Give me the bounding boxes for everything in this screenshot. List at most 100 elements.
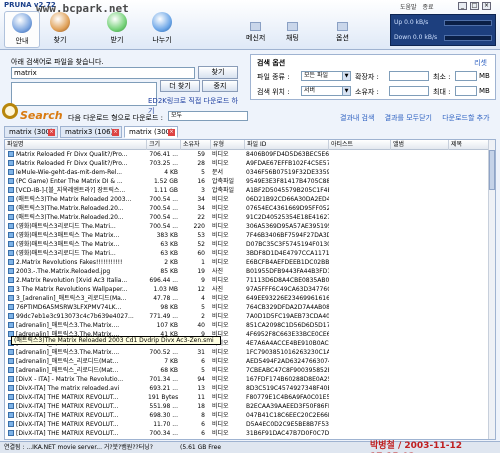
table-row[interactable]: leMule-Wie-geht-das-mit-dem-Rel... 4 KB 5 문…: [5, 168, 489, 177]
cell-size: 63 KB: [160, 250, 178, 257]
exit-link[interactable]: 종료: [422, 4, 433, 11]
close-icon[interactable]: ×: [48, 129, 55, 136]
cell-hash: 4E7A6A4ACCE4BE910B0AC039C9F...: [246, 340, 329, 347]
table-row[interactable]: [DivX-ITA] The matrix reloaded.avi 693.21…: [5, 384, 489, 393]
table-row[interactable]: [DivX-ITA] THE MATRIX REVOLUT... 700.34 .…: [5, 429, 489, 438]
nav-share-button[interactable]: 나누기: [144, 11, 180, 48]
close-icon[interactable]: ×: [482, 2, 491, 10]
file-icon: [8, 187, 14, 193]
table-row[interactable]: (매트릭스3)The Matrix Reloaded 2003... 700.54…: [5, 195, 489, 204]
table-row[interactable]: 76PTIMD6A5MSRW3LFXPMV74LK... 98 KB 5 비디오 764…: [5, 303, 489, 312]
col-type[interactable]: 유형: [211, 140, 245, 150]
col-file-id[interactable]: 파일 ID: [245, 140, 329, 150]
scrollbar-thumb[interactable]: [489, 150, 495, 190]
nav-search-button[interactable]: 찾기: [42, 11, 78, 48]
extension-input[interactable]: [389, 71, 429, 81]
sources-input[interactable]: [389, 86, 429, 96]
table-row[interactable]: [DivX-ITA] THE MATRIX REVOLUT... 191 Byte…: [5, 393, 489, 402]
table-row[interactable]: (매트릭스3)The.Matrix.Reloaded.20... 700.54 .…: [5, 213, 489, 222]
search-scope-select[interactable]: 서버 ▼: [301, 86, 351, 96]
search-input[interactable]: matrix: [11, 67, 195, 79]
table-row[interactable]: (영화)매트릭스3매트릭스 The Matrix... 383 KB 53 비디오 7F…: [5, 231, 489, 240]
table-row[interactable]: 99dc7eb1e3c913073c4c7b639e4027... 771.49 …: [5, 312, 489, 321]
col-size[interactable]: 크기: [147, 140, 181, 150]
table-row[interactable]: (매트릭스3)The.Matrix.Reloaded.20... 700.54 .…: [5, 204, 489, 213]
search-within-link[interactable]: 결과내 검색: [340, 114, 374, 122]
nav-chat-button[interactable]: 채팅: [286, 22, 299, 43]
result-bar: Search 다음 다운로드 형으로 다운로드 : 모두 결과내 검색 결과를 …: [0, 103, 500, 125]
table-row[interactable]: [VCD-IB-]-[블_지옥레엔트라?] 장트릭스... 1.11 GB 3 압축파…: [5, 186, 489, 195]
cell-name: 99dc7eb1e3c913073c4c7b639e4027...: [5, 312, 147, 321]
nav-home-button[interactable]: 안내: [4, 11, 40, 48]
table-row[interactable]: 2.Matrix Revolution [Xvid Ac3 Italia... 6…: [5, 276, 489, 285]
table-row[interactable]: Matrix Reloaded Fr Divx Qualit?/Pro... 70…: [5, 159, 489, 168]
result-filter-select[interactable]: 모두: [168, 111, 248, 121]
maximize-icon[interactable]: □: [470, 2, 479, 10]
close-icon[interactable]: ×: [168, 129, 175, 136]
cell-artist: [329, 348, 391, 357]
col-sources[interactable]: 소유자: [181, 140, 211, 150]
cell-type: 비디오: [212, 205, 229, 212]
table-row[interactable]: [DivX-ITA] THE MATRIX REVOLUT... 551.98 .…: [5, 402, 489, 411]
table-row[interactable]: Matrix Reloaded Fr Divx Qualit?/Pro... 70…: [5, 150, 489, 159]
table-row[interactable]: 3_[adrenalin]_매트릭스3_리로디드(Ma... 47.78 ... 4…: [5, 294, 489, 303]
min-size-unit: MB: [479, 72, 490, 80]
search-extra-box[interactable]: [11, 82, 157, 106]
cell-hash: 8D3C519C4574927348F40B6D2954...: [246, 385, 329, 392]
cell-type: 사진: [212, 268, 224, 275]
minimize-icon[interactable]: _: [458, 2, 467, 10]
cell-type: 비디오: [212, 295, 229, 302]
table-row[interactable]: [DivX-ITA] THE MATRIX REVOLUT... 11.70 ..…: [5, 420, 489, 429]
search-button[interactable]: 찾기: [198, 66, 238, 79]
top-links: 도움말 종료: [400, 2, 438, 11]
table-row[interactable]: [adrenalin]_매트릭스_리로디드(Mat... 7 KB 6 비디오 AED5…: [5, 357, 489, 366]
table-row[interactable]: [adrenalin]_매트릭스_리로디드(Mat... 68 KB 5 비디오 7CB…: [5, 366, 489, 375]
table-row[interactable]: 2.Matrix Revolutions Fakes!!!!!!!!!!! 2 K…: [5, 258, 489, 267]
table-row[interactable]: 2003.-.The.Matrix.Reloaded.jpg 85 KB 19 사진 B…: [5, 267, 489, 276]
file-icon: [8, 385, 14, 391]
search-panel: 아래 검색어로 파일을 찾습니다. matrix 찾기 더 찾기 중지 ED2K…: [8, 54, 244, 115]
cell-type: 비디오: [212, 367, 229, 374]
table-row[interactable]: [adrenalin]_매트릭스3.The.Matrix.... 700.52 .…: [5, 348, 489, 357]
table-row[interactable]: [DivX-ITA] THE MATRIX REVOLUT... 698.30 .…: [5, 411, 489, 420]
close-icon[interactable]: ×: [112, 129, 119, 136]
cell-artist: [329, 276, 391, 285]
cell-title: [449, 195, 489, 204]
min-size-input[interactable]: [455, 71, 477, 81]
col-album[interactable]: 앨범: [391, 140, 449, 150]
nav-options-button[interactable]: 옵션: [336, 22, 349, 43]
file-name: Matrix Reloaded Fr Divx Qualit?/Pro...: [16, 151, 128, 158]
more-search-button[interactable]: 더 찾기: [160, 80, 200, 92]
cell-hash: 851CA2098C1D56D6D5D17B8EBD8E...: [246, 322, 329, 329]
help-link[interactable]: 도움말: [400, 4, 417, 11]
table-row[interactable]: 3 The Matrix Revolutions Wallpaper... 1.0…: [5, 285, 489, 294]
vertical-scrollbar[interactable]: [488, 140, 495, 439]
nav-download-button[interactable]: 받기: [99, 11, 135, 48]
cell-title: [449, 330, 489, 339]
table-row[interactable]: (영화)매트릭스3리로디드 The.Matri... 700.54 ... 220 비…: [5, 222, 489, 231]
tab-matrix-2[interactable]: matrix (300) ×: [124, 126, 178, 138]
cell-size: 703.25 ...: [149, 160, 178, 167]
table-row[interactable]: (영화)매트릭스3매트릭스 The Matrix... 63 KB 52 비디오 D07…: [5, 240, 489, 249]
table-row[interactable]: [DivX - ITA] - Matrix The Revolutio... 70…: [5, 375, 489, 384]
cell-type: 비디오: [212, 403, 229, 410]
table-row[interactable]: (PC Game) Enter The Matrix DI & ... 1.52 …: [5, 177, 489, 186]
cell-name: (영화)매트릭스3리로디드 The Matri...: [5, 249, 147, 258]
max-size-input[interactable]: [455, 86, 477, 96]
col-title[interactable]: 제목: [449, 140, 489, 150]
options-reset-link[interactable]: 리셋: [474, 58, 487, 68]
col-artist[interactable]: 아티스트: [329, 140, 391, 150]
nav-messenger-button[interactable]: 메신저: [246, 22, 265, 43]
close-all-link[interactable]: 결과를 모두닫기: [385, 114, 432, 122]
col-filename[interactable]: 파일명: [5, 140, 147, 150]
stop-button[interactable]: 중지: [202, 80, 238, 92]
tab-matrix-1[interactable]: matrix (300) ×: [4, 126, 58, 138]
cell-src: 52: [197, 241, 205, 248]
file-icon: [8, 223, 14, 229]
cell-title: [449, 321, 489, 330]
file-type-select[interactable]: 모든 파일 ▼: [301, 71, 351, 81]
add-download-link[interactable]: 다운로드할 추가: [442, 114, 489, 122]
table-row[interactable]: [adrenalin]_매트릭스3.The.Matrix.... 107 KB 40…: [5, 321, 489, 330]
table-row[interactable]: (영화)매트릭스3리로디드 The Matri... 63 KB 60 비디오 3BDF…: [5, 249, 489, 258]
tab-matrix3[interactable]: matrix3 (106) ×: [60, 126, 122, 138]
